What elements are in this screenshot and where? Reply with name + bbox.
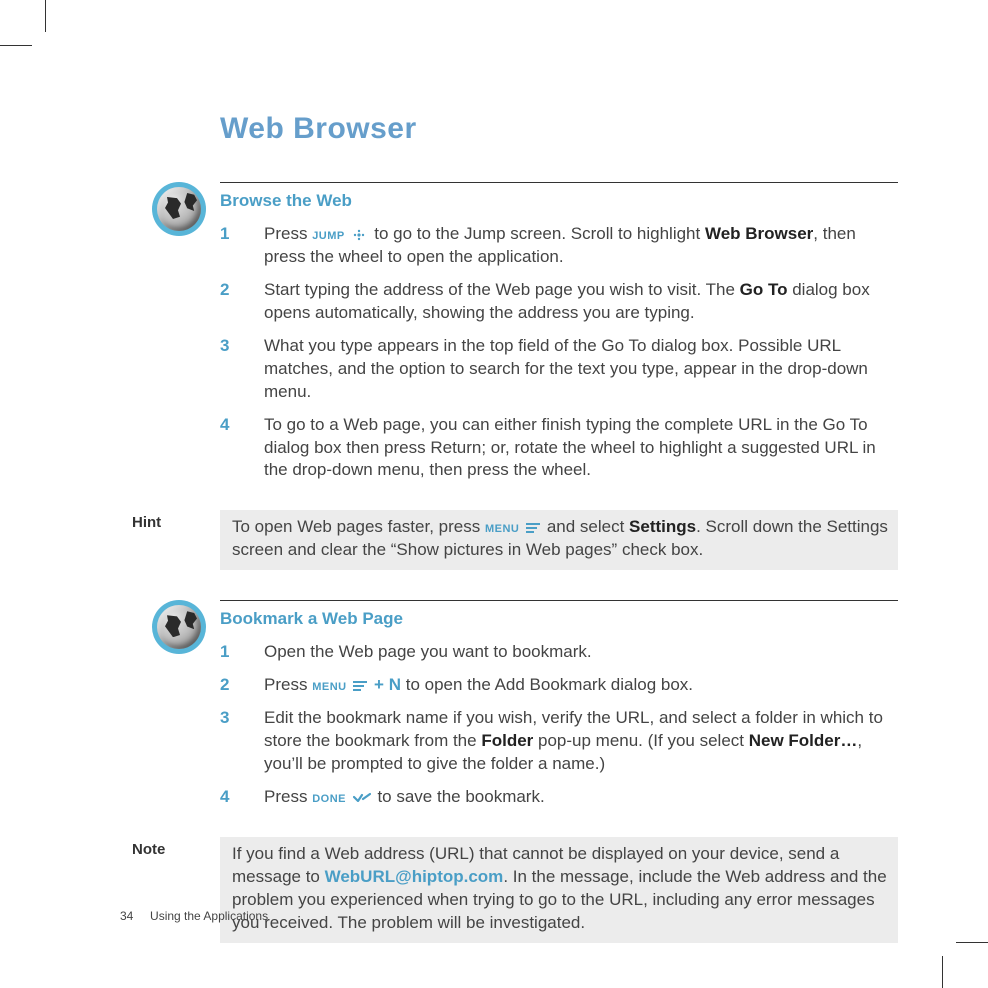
step: 3 Edit the bookmark name if you wish, ve… bbox=[220, 707, 898, 776]
menu-icon bbox=[353, 681, 367, 691]
menu-button-label: MENU bbox=[485, 523, 519, 535]
step-number: 2 bbox=[220, 674, 229, 697]
step-text: Start typing the address of the Web page… bbox=[264, 280, 870, 322]
step-number: 4 bbox=[220, 414, 229, 437]
step-text: Press DONE to save the bookmark. bbox=[264, 787, 545, 806]
step-number: 3 bbox=[220, 707, 229, 730]
step-number: 4 bbox=[220, 786, 229, 809]
step: 4 To go to a Web page, you can either fi… bbox=[220, 414, 898, 483]
page-footer: 34 Using the Applications bbox=[120, 909, 268, 923]
support-email: WebURL@hiptop.com bbox=[325, 867, 504, 886]
step-text: Press MENU + N to open the Add Bookmark … bbox=[264, 675, 693, 694]
footer-section: Using the Applications bbox=[150, 909, 268, 923]
callout-label: Hint bbox=[120, 510, 220, 531]
callout-body: To open Web pages faster, press MENU and… bbox=[220, 510, 898, 570]
done-button-label: DONE bbox=[312, 793, 346, 805]
page-number: 34 bbox=[120, 909, 133, 923]
step-number: 2 bbox=[220, 279, 229, 302]
step-number: 3 bbox=[220, 335, 229, 358]
step-number: 1 bbox=[220, 641, 229, 664]
divider bbox=[220, 182, 898, 183]
section-heading: Bookmark a Web Page bbox=[220, 609, 898, 629]
crop-mark bbox=[45, 0, 46, 32]
divider bbox=[220, 600, 898, 601]
step-text: What you type appears in the top field o… bbox=[264, 336, 868, 401]
step: 1 Press JUMP to go to the Jump screen. S… bbox=[220, 223, 898, 269]
callout-body: If you find a Web address (URL) that can… bbox=[220, 837, 898, 943]
step: 4 Press DONE to save the bookmark. bbox=[220, 786, 898, 809]
step-text: Open the Web page you want to bookmark. bbox=[264, 642, 592, 661]
done-icon bbox=[353, 792, 371, 802]
step: 2 Start typing the address of the Web pa… bbox=[220, 279, 898, 325]
step: 2 Press MENU + N to open the Add Bookmar… bbox=[220, 674, 898, 697]
callout-label: Note bbox=[120, 837, 220, 858]
menu-button-label: MENU bbox=[312, 681, 346, 693]
step-text: Press JUMP to go to the Jump screen. Scr… bbox=[264, 224, 856, 266]
page-title: Web Browser bbox=[220, 112, 898, 146]
step: 3 What you type appears in the top field… bbox=[220, 335, 898, 404]
globe-icon bbox=[152, 182, 206, 236]
step-text: Edit the bookmark name if you wish, veri… bbox=[264, 708, 883, 773]
globe-icon bbox=[152, 600, 206, 654]
menu-icon bbox=[526, 523, 540, 533]
hint-callout: Hint To open Web pages faster, press MEN… bbox=[120, 510, 898, 570]
section-heading: Browse the Web bbox=[220, 191, 898, 211]
section-bookmark: Bookmark a Web Page 1 Open the Web page … bbox=[120, 600, 898, 809]
crop-mark bbox=[0, 45, 32, 46]
step-number: 1 bbox=[220, 223, 229, 246]
crop-mark bbox=[956, 942, 988, 943]
crop-mark bbox=[942, 956, 943, 988]
step: 1 Open the Web page you want to bookmark… bbox=[220, 641, 898, 664]
step-text: To go to a Web page, you can either fini… bbox=[264, 415, 876, 480]
jump-button-label: JUMP bbox=[312, 230, 345, 242]
note-callout: Note If you find a Web address (URL) tha… bbox=[120, 837, 898, 943]
section-browse: Browse the Web 1 Press JUMP to go to the… bbox=[120, 182, 898, 482]
jump-icon bbox=[351, 229, 367, 241]
